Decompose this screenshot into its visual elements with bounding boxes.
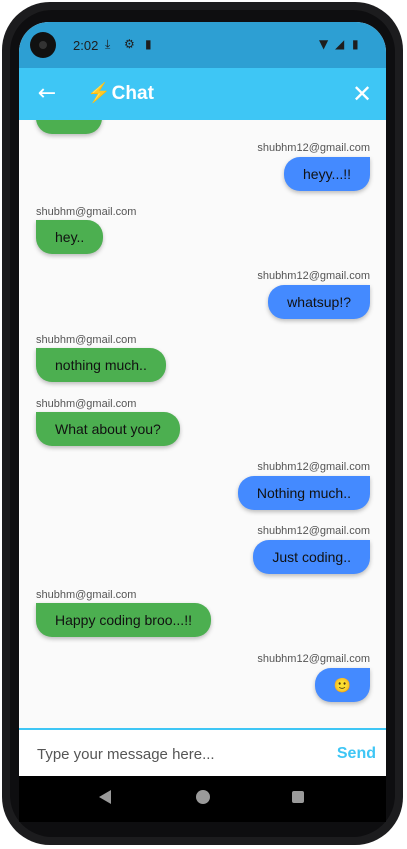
page-title: ⚡Chat	[87, 80, 154, 108]
message-sender: shubhm@gmail.com	[36, 589, 137, 601]
message-bubble[interactable]: whatsup!?	[268, 285, 370, 319]
nav-back-icon[interactable]	[99, 790, 111, 804]
message-sender: shubhm12@gmail.com	[257, 270, 370, 282]
nav-home-icon[interactable]	[196, 790, 210, 804]
message-sender: shubhm12@gmail.com	[257, 142, 370, 154]
status-bar: 2:02 ⤓ ⚙ ▮ ▼ ◢ ▮	[19, 22, 386, 68]
system-nav-bar	[19, 776, 386, 822]
screen: 2:02 ⤓ ⚙ ▮ ▼ ◢ ▮ ← ⚡Chat ✕ shubhm12@gmai…	[19, 22, 386, 818]
arrow-left-icon: ←	[37, 81, 57, 106]
composer: Send	[19, 728, 386, 778]
message-sender: shubhm12@gmail.com	[257, 653, 370, 665]
page-title-text: Chat	[111, 83, 154, 104]
send-button[interactable]: Send	[337, 740, 376, 768]
message-input[interactable]	[37, 740, 317, 768]
app-bar: ← ⚡Chat ✕	[19, 68, 386, 120]
battery-icon: ▮	[352, 37, 359, 51]
message-bubble[interactable]: nothing much..	[36, 348, 166, 382]
back-button[interactable]: ←	[33, 80, 61, 108]
message-list[interactable]: shubhm12@gmail.com heyy...!! shubhm@gmai…	[19, 120, 386, 730]
signal-icon: ◢	[335, 37, 345, 51]
message-bubble-clipped	[36, 120, 102, 134]
message-bubble[interactable]: Happy coding broo...!!	[36, 603, 211, 637]
message-sender: shubhm12@gmail.com	[257, 461, 370, 473]
message-bubble[interactable]: Just coding..	[253, 540, 370, 574]
nav-recents-icon[interactable]	[292, 791, 304, 803]
front-camera	[30, 32, 56, 58]
message-bubble[interactable]: Nothing much..	[237, 476, 370, 510]
message-bubble[interactable]: What about you?	[36, 412, 180, 446]
lightning-icon: ⚡	[87, 83, 111, 104]
wifi-icon: ▼	[319, 37, 329, 51]
message-sender: shubhm@gmail.com	[36, 398, 137, 410]
message-sender: shubhm@gmail.com	[36, 206, 137, 218]
close-icon: ✕	[351, 80, 373, 108]
status-time: 2:02	[73, 38, 99, 53]
message-sender: shubhm12@gmail.com	[257, 525, 370, 537]
message-bubble[interactable]: 🙂	[314, 668, 370, 702]
phone-frame: 2:02 ⤓ ⚙ ▮ ▼ ◢ ▮ ← ⚡Chat ✕ shubhm12@gmai…	[0, 0, 407, 849]
message-bubble[interactable]: hey..	[36, 220, 104, 254]
download-icon: ⤓	[105, 37, 111, 51]
sd-card-icon: ▮	[145, 37, 152, 51]
message-sender: shubhm@gmail.com	[36, 334, 137, 346]
settings-icon: ⚙	[124, 37, 135, 51]
close-button[interactable]: ✕	[348, 80, 376, 108]
message-bubble[interactable]: heyy...!!	[284, 157, 370, 191]
